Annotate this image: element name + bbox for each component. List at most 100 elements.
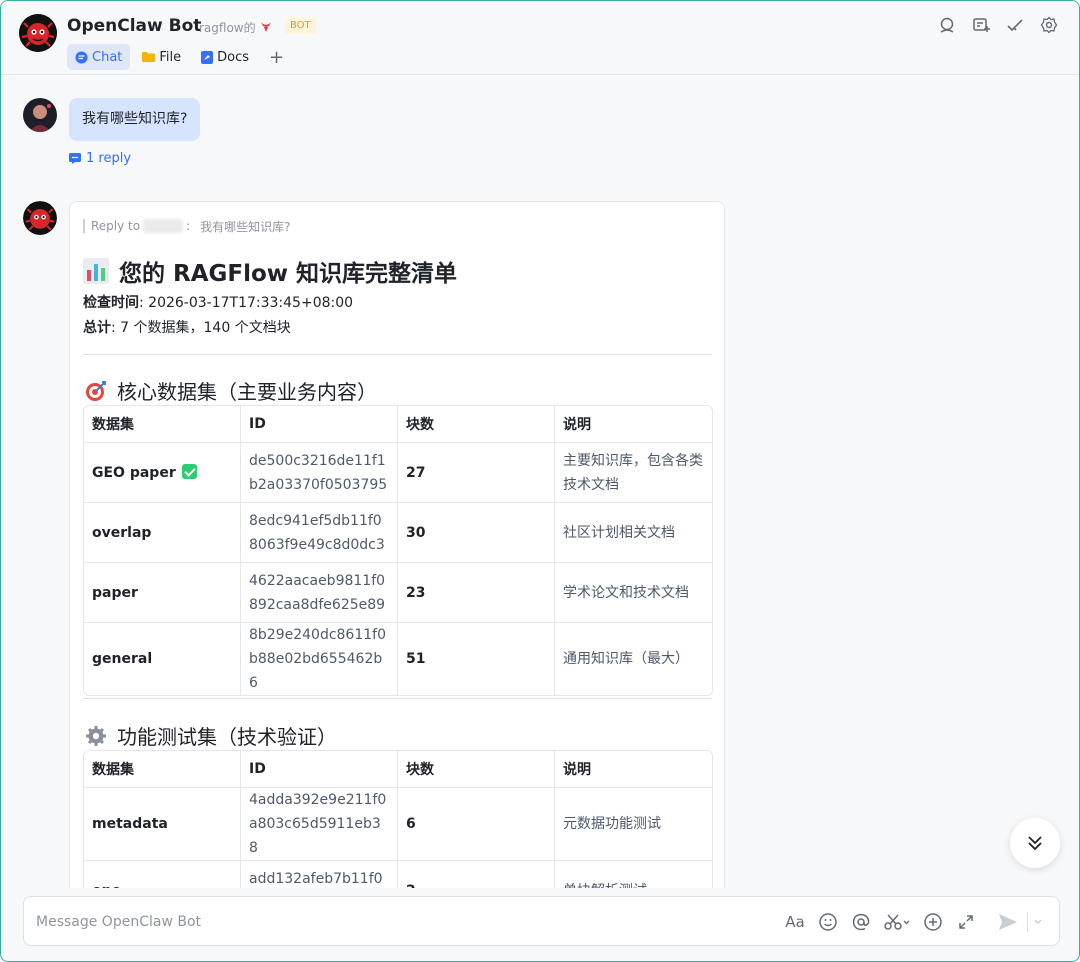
check-time-label: 检查时间	[83, 295, 139, 311]
tab-docs[interactable]: Docs	[193, 44, 257, 70]
add-window-icon[interactable]	[971, 15, 991, 35]
reply-thread-icon	[69, 153, 81, 164]
dataset-id: 8edc941ef5db11f08063f9e49c8d0dc3	[241, 503, 398, 563]
double-chevron-down-icon	[1028, 836, 1042, 851]
check-time-line: 检查时间: 2026-03-17T17:33:45+08:00	[83, 292, 353, 312]
table-row: paper 4622aacaeb9811f0892caa8dfe625e89 2…	[84, 563, 712, 623]
send-button[interactable]	[996, 910, 1020, 934]
quote-separator: :	[186, 219, 191, 233]
user-avatar[interactable]	[23, 98, 57, 132]
dataset-id: 8b29e240dc8611f0b88e02bd655462b6	[241, 623, 398, 695]
total-line: 总计: 7 个数据集，140 个文档块	[83, 317, 291, 337]
dataset-description: 单块解析测试	[555, 861, 712, 888]
table-header-row: 数据集 ID 块数 说明	[84, 406, 712, 443]
bot-avatar[interactable]	[19, 14, 57, 52]
dataset-description: 社区计划相关文档	[555, 503, 712, 563]
chunk-count: 23	[398, 563, 555, 623]
emoji-icon[interactable]	[817, 910, 839, 934]
message-heading: 您的 RAGFlow 知识库完整清单	[83, 254, 457, 288]
message-composer: Aa	[23, 896, 1060, 946]
table-row: general 8b29e240dc8611f0b88e02bd655462b6…	[84, 623, 712, 695]
expand-icon[interactable]	[955, 910, 977, 934]
tab-chat-label: Chat	[92, 49, 123, 65]
bot-message-card[interactable]: Reply to : 我有哪些知识库? 您的 RAGFlow 知识库完整清单 检…	[69, 201, 725, 888]
reply-quote[interactable]: Reply to : 我有哪些知识库?	[83, 219, 291, 234]
table-row: one add132afeb7b11f08bdeaa8dfe625e89 2 单…	[84, 861, 712, 888]
chat-header: OpenClaw Bot ragflow的 BOT Chat File Docs…	[1, 1, 1079, 75]
add-tab-button[interactable]: +	[261, 47, 292, 68]
check-mark-icon[interactable]	[1005, 15, 1025, 35]
table-row: overlap 8edc941ef5db11f08063f9e49c8d0dc3…	[84, 503, 712, 563]
send-icon	[999, 914, 1017, 930]
text-format-label: Aa	[785, 913, 805, 931]
section-heading-text: 核心数据集（主要业务内容）	[117, 380, 377, 404]
dataset-name: metadata	[84, 788, 241, 861]
column-header: 数据集	[84, 751, 241, 788]
folder-icon	[142, 52, 156, 62]
dataset-name: GEO paper	[92, 464, 176, 481]
quote-text: 我有哪些知识库?	[200, 219, 291, 234]
docs-icon	[201, 50, 214, 64]
column-header: ID	[241, 406, 398, 443]
total-label: 总计	[83, 320, 111, 336]
column-header: ID	[241, 751, 398, 788]
blurred-username	[143, 219, 184, 233]
lobster-icon	[261, 22, 272, 32]
column-header: 块数	[398, 406, 555, 443]
dataset-description: 元数据功能测试	[555, 788, 712, 861]
table-header-row: 数据集 ID 块数 说明	[84, 751, 712, 788]
gear-icon	[86, 725, 106, 746]
mention-icon[interactable]	[850, 910, 872, 934]
tab-file-label: File	[159, 49, 182, 65]
reply-count: 1 reply	[86, 151, 132, 166]
core-datasets-table: 数据集 ID 块数 说明 GEO paper de500c3216de11f1b…	[83, 405, 713, 696]
quote-prefix: Reply to	[91, 219, 141, 233]
bar-chart-icon	[83, 258, 109, 284]
search-person-icon[interactable]	[937, 15, 957, 35]
dataset-id: de500c3216de11f1b2a03370f0503795	[241, 443, 398, 503]
chunk-count: 51	[398, 623, 555, 695]
target-icon	[86, 380, 106, 401]
bot-badge: BOT	[285, 18, 316, 34]
dataset-name: overlap	[84, 503, 241, 563]
send-divider	[1027, 912, 1028, 932]
dataset-name: one	[84, 861, 241, 888]
tab-docs-label: Docs	[217, 49, 250, 65]
table-row: metadata 4adda392e9e211f0a803c65d5911eb3…	[84, 788, 712, 861]
dataset-description: 学术论文和技术文档	[555, 563, 712, 623]
chunk-count: 6	[398, 788, 555, 861]
check-box-icon	[181, 463, 197, 479]
dataset-description: 通用知识库（最大）	[563, 651, 689, 667]
column-header: 块数	[398, 751, 555, 788]
section-heading-text: 功能测试集（技术验证）	[117, 725, 337, 749]
user-message-bubble[interactable]: 我有哪些知识库?	[69, 98, 201, 141]
scissors-icon[interactable]	[883, 910, 911, 934]
chevron-down-icon	[1034, 919, 1042, 924]
app-window: OpenClaw Bot ragflow的 BOT Chat File Docs…	[0, 0, 1080, 962]
thread-reply-link[interactable]: 1 reply	[69, 151, 131, 166]
dataset-name: general	[84, 623, 241, 695]
chunk-count: 27	[398, 443, 555, 503]
message-list[interactable]: 我有哪些知识库? 1 reply Reply to : 我有哪些知识库? 您的 …	[1, 76, 1079, 888]
dataset-id: 4622aacaeb9811f0892caa8dfe625e89	[241, 563, 398, 623]
chat-bubble-icon	[75, 51, 88, 63]
tab-file[interactable]: File	[134, 44, 189, 70]
dataset-name: paper	[84, 563, 241, 623]
column-header: 说明	[555, 406, 712, 443]
subtitle-text: ragflow的	[199, 21, 256, 35]
bot-message-avatar[interactable]	[23, 201, 57, 235]
settings-icon[interactable]	[1039, 15, 1059, 35]
send-options-button[interactable]	[1033, 912, 1043, 936]
tab-bar: Chat File Docs +	[67, 44, 292, 70]
table-row: GEO paper de500c3216de11f1b2a03370f05037…	[84, 443, 712, 503]
add-circle-icon[interactable]	[922, 910, 944, 934]
dataset-id: 4adda392e9e211f0a803c65d5911eb38	[241, 788, 398, 861]
section-heading-test: 功能测试集（技术验证）	[85, 721, 337, 750]
scroll-to-bottom-button[interactable]	[1010, 818, 1060, 868]
section-heading-core: 核心数据集（主要业务内容）	[85, 376, 377, 405]
tab-chat[interactable]: Chat	[67, 44, 131, 70]
message-input[interactable]	[36, 909, 736, 935]
text-format-icon[interactable]: Aa	[784, 910, 806, 934]
test-datasets-table: 数据集 ID 块数 说明 metadata 4adda392e9e211f0a8…	[83, 750, 713, 888]
chat-title: OpenClaw Bot	[67, 16, 202, 36]
